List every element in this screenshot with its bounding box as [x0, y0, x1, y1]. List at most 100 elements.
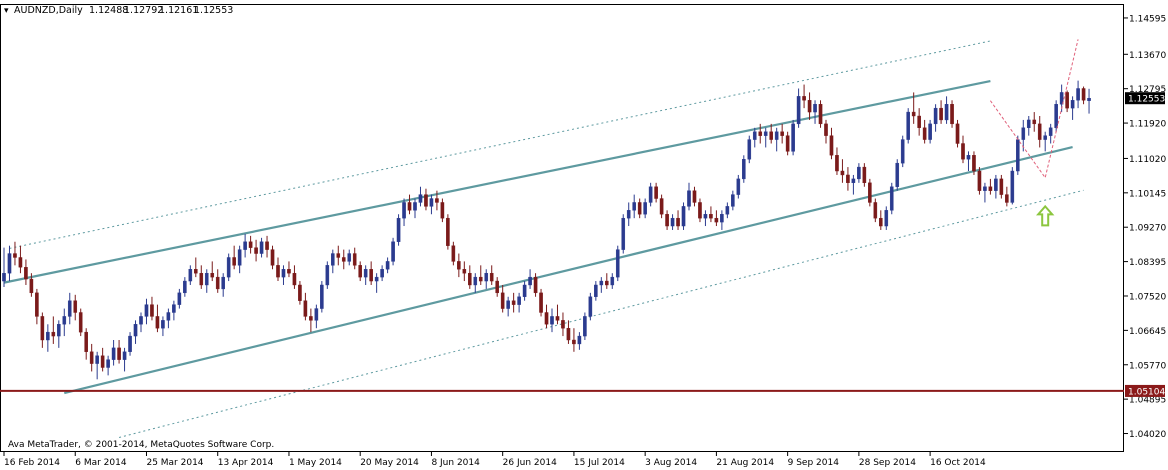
candle[interactable]: [572, 328, 576, 352]
candle[interactable]: [961, 135, 965, 164]
candle[interactable]: [857, 163, 861, 183]
candle[interactable]: [150, 296, 154, 321]
candle[interactable]: [670, 214, 675, 230]
candle[interactable]: [939, 100, 943, 124]
candle[interactable]: [495, 277, 500, 297]
candle[interactable]: [517, 292, 521, 313]
candle[interactable]: [687, 182, 691, 211]
candle[interactable]: [681, 202, 686, 230]
candle[interactable]: [950, 100, 954, 128]
candle[interactable]: [221, 273, 226, 297]
candle[interactable]: [67, 292, 72, 325]
candle[interactable]: [665, 210, 669, 230]
up-arrow-icon[interactable]: [1035, 204, 1055, 227]
candle[interactable]: [314, 304, 319, 329]
candle[interactable]: [577, 332, 582, 350]
candle[interactable]: [117, 340, 121, 364]
candle[interactable]: [999, 174, 1004, 199]
candle[interactable]: [391, 237, 395, 266]
candle[interactable]: [703, 210, 708, 227]
candle[interactable]: [303, 292, 308, 321]
candle[interactable]: [144, 298, 149, 325]
candle[interactable]: [846, 167, 850, 191]
candle[interactable]: [807, 92, 812, 120]
candle[interactable]: [254, 239, 258, 262]
candle[interactable]: [873, 198, 878, 223]
candle[interactable]: [988, 178, 993, 195]
candle[interactable]: [725, 202, 730, 219]
candle[interactable]: [676, 210, 680, 230]
candle[interactable]: [193, 257, 198, 278]
candle[interactable]: [780, 123, 784, 144]
candle[interactable]: [698, 198, 702, 223]
candle[interactable]: [983, 182, 987, 203]
candle[interactable]: [906, 108, 910, 144]
candle[interactable]: [369, 261, 373, 285]
candle[interactable]: [506, 296, 510, 317]
dropdown-arrow-icon[interactable]: ▾: [4, 6, 9, 16]
candle[interactable]: [276, 257, 280, 282]
candle[interactable]: [626, 202, 631, 227]
candle[interactable]: [1081, 86, 1086, 105]
candle[interactable]: [166, 308, 171, 329]
candle[interactable]: [1043, 131, 1047, 152]
candle[interactable]: [73, 294, 78, 321]
candle[interactable]: [561, 312, 565, 337]
candle[interactable]: [183, 277, 187, 297]
candle[interactable]: [583, 312, 587, 340]
candle[interactable]: [177, 288, 182, 309]
candle[interactable]: [763, 127, 768, 148]
candle[interactable]: [1037, 116, 1042, 148]
candle[interactable]: [446, 214, 450, 250]
candle[interactable]: [270, 245, 275, 270]
candle[interactable]: [62, 308, 67, 337]
candle[interactable]: [637, 198, 642, 219]
candle[interactable]: [966, 151, 971, 172]
candle[interactable]: [188, 265, 193, 285]
candle[interactable]: [851, 174, 856, 195]
candle[interactable]: [243, 233, 247, 258]
candle[interactable]: [396, 214, 401, 246]
price-chart[interactable]: 1.145951.136701.127951.119201.110201.101…: [0, 0, 1168, 470]
candle[interactable]: [331, 249, 335, 274]
candle[interactable]: [895, 159, 900, 191]
candle[interactable]: [522, 281, 527, 301]
candle[interactable]: [281, 265, 286, 285]
candle[interactable]: [84, 328, 88, 360]
candle[interactable]: [555, 304, 560, 325]
candle[interactable]: [500, 284, 505, 313]
candle[interactable]: [418, 186, 423, 207]
candle[interactable]: [380, 265, 384, 282]
candle[interactable]: [473, 273, 478, 293]
candle[interactable]: [714, 210, 719, 227]
candle[interactable]: [24, 259, 28, 285]
candle[interactable]: [259, 237, 264, 258]
candle[interactable]: [747, 135, 752, 164]
candle[interactable]: [742, 155, 746, 183]
candle[interactable]: [341, 249, 346, 270]
candle[interactable]: [1026, 116, 1031, 136]
candle[interactable]: [928, 119, 932, 144]
candle[interactable]: [588, 292, 593, 321]
candle[interactable]: [122, 347, 127, 372]
candle[interactable]: [287, 261, 291, 278]
candle[interactable]: [478, 265, 483, 285]
candle[interactable]: [89, 343, 94, 372]
candle[interactable]: [172, 300, 176, 321]
candle[interactable]: [100, 347, 105, 372]
candle[interactable]: [933, 104, 938, 132]
candle[interactable]: [511, 292, 516, 313]
candle[interactable]: [226, 253, 231, 282]
candle[interactable]: [139, 312, 143, 333]
candle[interactable]: [210, 261, 215, 282]
candle[interactable]: [615, 245, 620, 282]
candle[interactable]: [528, 269, 532, 289]
candle[interactable]: [292, 265, 297, 289]
candle[interactable]: [385, 257, 390, 274]
candle[interactable]: [128, 332, 132, 356]
candle[interactable]: [133, 320, 138, 344]
candle[interactable]: [407, 194, 412, 215]
outer-upper-line[interactable]: [9, 40, 991, 249]
candle[interactable]: [599, 277, 604, 293]
candle[interactable]: [720, 210, 724, 230]
